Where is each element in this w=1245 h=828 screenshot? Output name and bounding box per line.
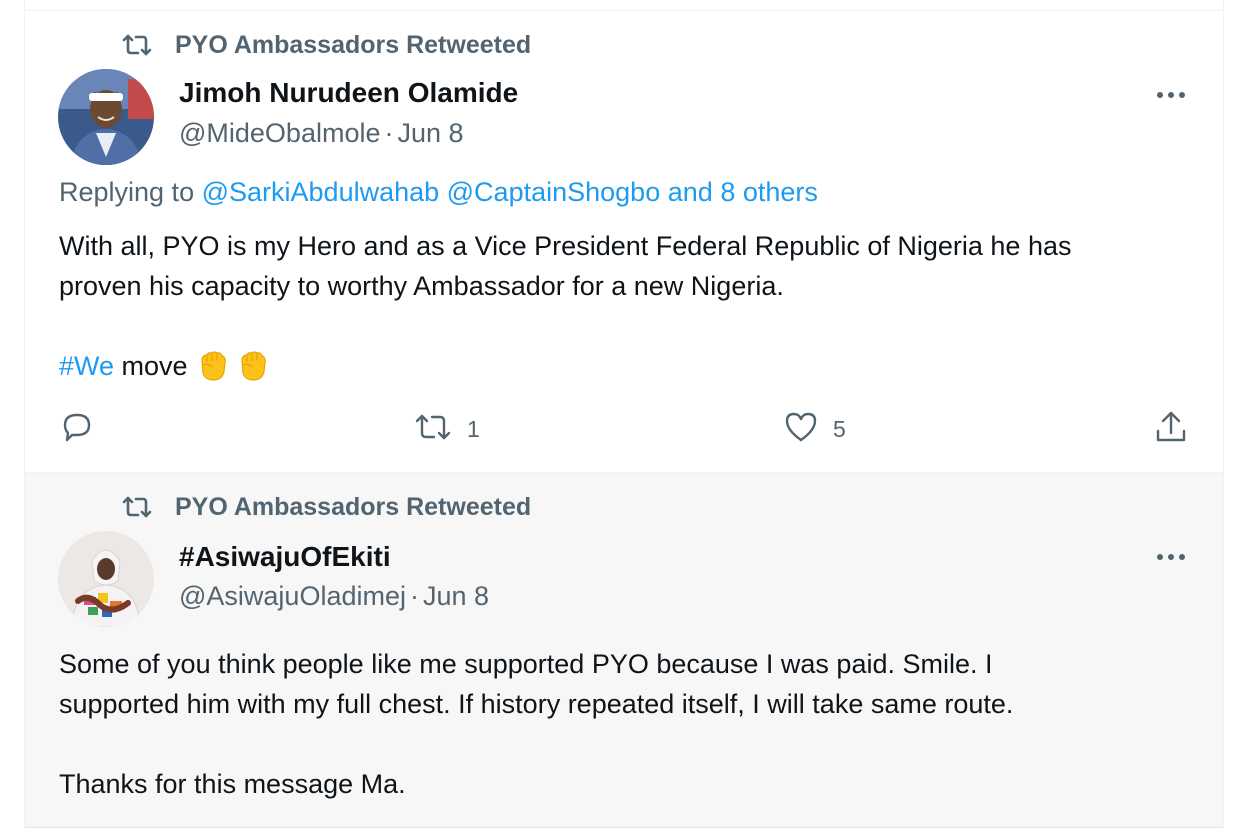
tweet-text-fragment: move <box>121 351 188 381</box>
tweet-text-hashtag-line: #We move <box>59 346 1189 386</box>
author-meta: @AsiwajuOladimej · Jun 8 <box>179 581 489 612</box>
tweet-card[interactable]: PYO Ambassadors Retweeted #AsiwajuOfEkit… <box>25 473 1223 828</box>
separator-dot: · <box>384 118 394 148</box>
separator-dot: · <box>409 581 419 611</box>
timeline: PYO Ambassadors Retweeted Jimoh Nurudeen… <box>24 0 1224 828</box>
fist-emoji-icon <box>195 347 231 383</box>
share-icon <box>1153 409 1189 450</box>
avatar[interactable] <box>58 69 154 165</box>
retweet-button[interactable]: 1 <box>413 409 480 449</box>
author-handle[interactable]: @AsiwajuOladimej <box>179 581 406 611</box>
heart-icon <box>783 410 819 449</box>
tweet-text-line: With all, PYO is my Hero and as a Vice P… <box>59 231 1072 261</box>
fist-emoji-icon <box>235 347 271 383</box>
retweet-icon <box>121 493 155 521</box>
like-count: 5 <box>833 415 846 442</box>
retweet-context: PYO Ambassadors Retweeted <box>121 31 531 59</box>
retweet-icon <box>413 412 453 447</box>
more-options-icon[interactable] <box>1153 547 1189 567</box>
author-meta: @MideObalmole · Jun 8 <box>179 118 464 149</box>
tweet-date[interactable]: Jun 8 <box>398 118 464 148</box>
tweet-text-line: proven his capacity to worthy Ambassador… <box>59 271 784 301</box>
author-handle[interactable]: @MideObalmole <box>179 118 381 148</box>
author-name[interactable]: #AsiwajuOfEkiti <box>179 541 391 573</box>
replying-to: Replying to @SarkiAbdulwahab @CaptainSho… <box>59 177 818 208</box>
more-options-icon[interactable] <box>1153 85 1189 105</box>
tweet-card[interactable]: PYO Ambassadors Retweeted Jimoh Nurudeen… <box>25 11 1223 473</box>
retweet-context: PYO Ambassadors Retweeted <box>121 493 531 521</box>
avatar[interactable] <box>58 531 154 627</box>
author-name[interactable]: Jimoh Nurudeen Olamide <box>179 77 518 109</box>
tweet-text-last-line: Thanks for this message Ma. <box>59 769 406 799</box>
tweet-text: Some of you think people like me support… <box>59 644 1189 724</box>
tweet-date[interactable]: Jun 8 <box>423 581 489 611</box>
hashtag-link[interactable]: #We <box>59 351 114 381</box>
tweet-actions: 1 5 <box>25 409 1223 449</box>
retweet-icon <box>121 31 155 59</box>
reply-icon <box>59 409 95 450</box>
replying-others-link[interactable]: 8 others <box>720 177 818 207</box>
retweeted-by-label[interactable]: PYO Ambassadors Retweeted <box>175 31 531 60</box>
tweet-text-line: supported him with my full chest. If his… <box>59 689 1014 719</box>
reply-button[interactable] <box>59 409 95 449</box>
tweet-text-line: Some of you think people like me support… <box>59 649 993 679</box>
replying-prefix: Replying to <box>59 177 195 207</box>
replying-and: and <box>667 177 713 207</box>
retweeted-by-label[interactable]: PYO Ambassadors Retweeted <box>175 493 531 522</box>
share-button[interactable] <box>1153 409 1189 449</box>
retweet-count: 1 <box>467 415 480 442</box>
replying-users-link[interactable]: @SarkiAbdulwahab @CaptainShogbo <box>202 177 661 207</box>
tweet-text: With all, PYO is my Hero and as a Vice P… <box>59 226 1189 306</box>
like-button[interactable]: 5 <box>783 409 846 449</box>
